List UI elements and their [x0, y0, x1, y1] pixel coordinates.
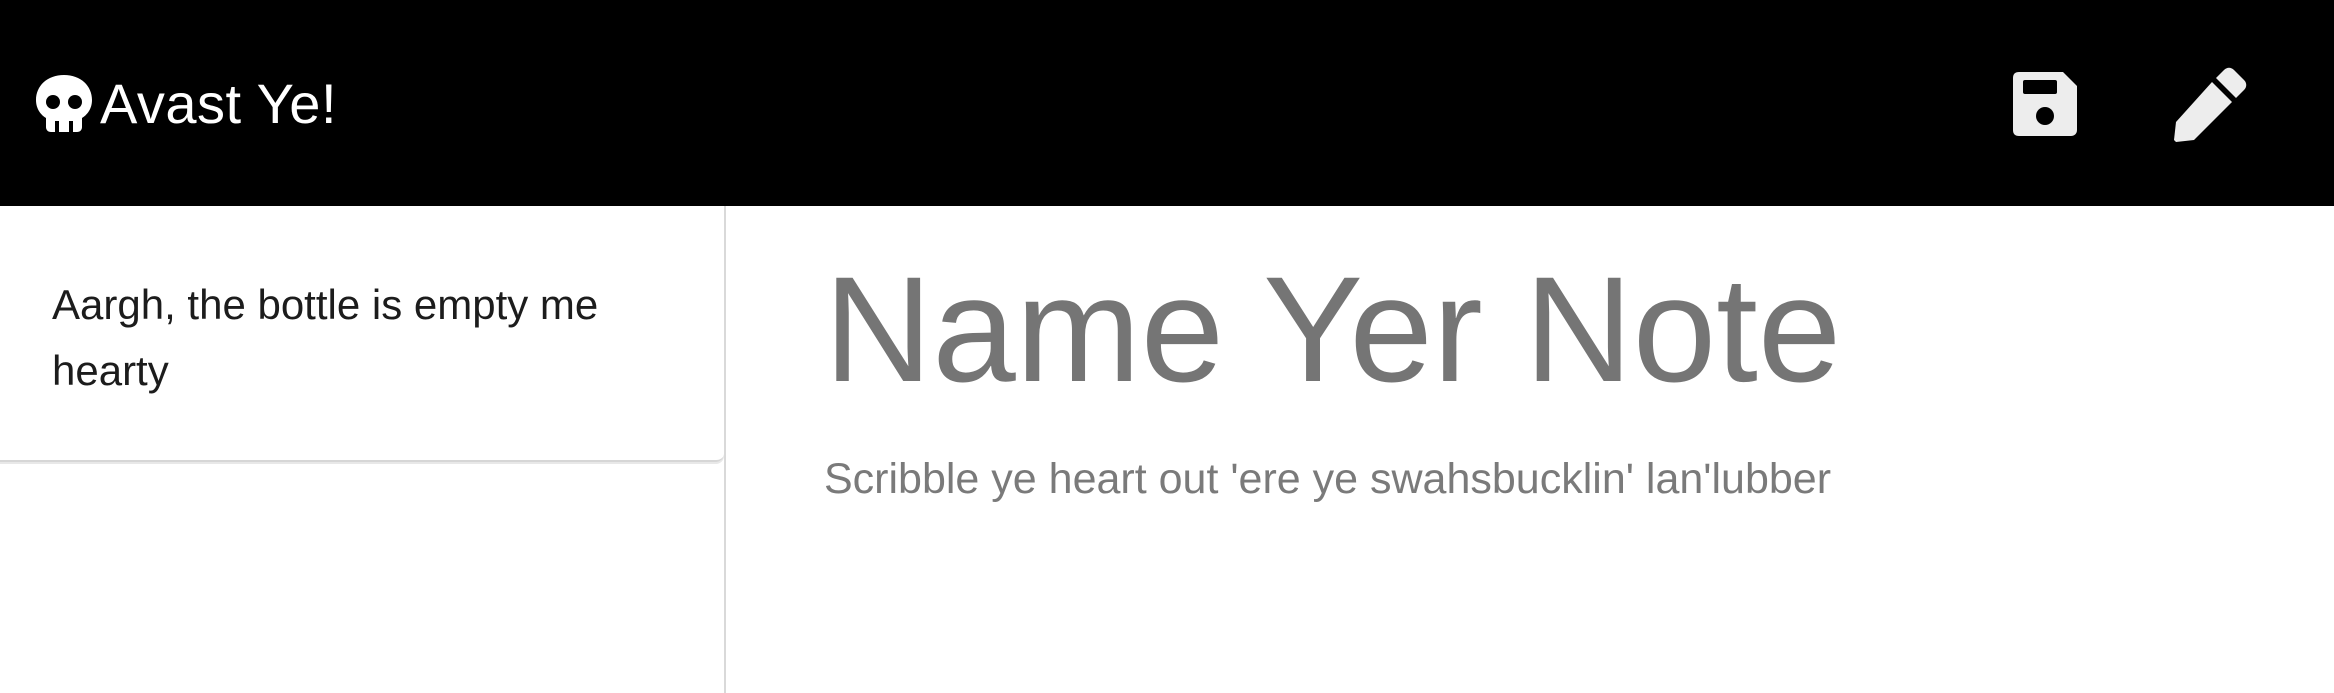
- pencil-icon: [2174, 67, 2247, 142]
- save-button[interactable]: [2003, 62, 2087, 146]
- notes-sidebar: Aargh, the bottle is empty me hearty: [0, 206, 726, 693]
- app-brand: Avast Ye!: [34, 72, 337, 136]
- skull-icon: [36, 75, 92, 132]
- floppy-disk-icon: [2013, 72, 2077, 136]
- note-list-item[interactable]: Aargh, the bottle is empty me hearty: [0, 206, 724, 462]
- app-title: Avast Ye!: [100, 72, 338, 135]
- note-title-input[interactable]: [824, 244, 2224, 414]
- note-body-editor[interactable]: Scribble ye heart out 'ere ye swahsbuckl…: [824, 448, 2224, 510]
- edit-button[interactable]: [2168, 62, 2252, 146]
- top-bar: Avast Ye!: [0, 0, 2334, 206]
- note-editor: Scribble ye heart out 'ere ye swahsbuckl…: [728, 206, 2334, 693]
- note-list-item-text: Aargh, the bottle is empty me hearty: [52, 281, 599, 394]
